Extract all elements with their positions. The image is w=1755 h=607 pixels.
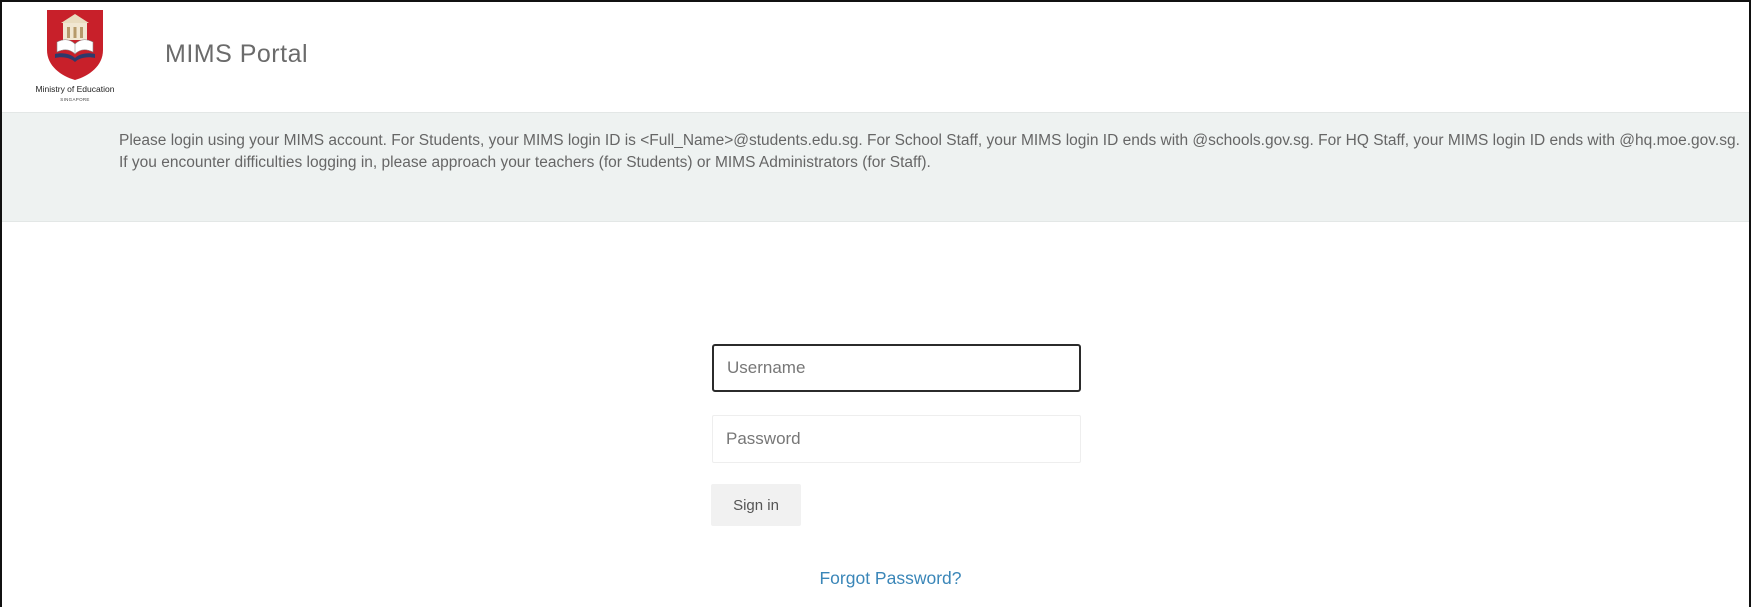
moe-logo: Ministry of Education SINGAPORE: [10, 8, 140, 108]
sign-in-button[interactable]: Sign in: [711, 484, 801, 526]
info-banner: Please login using your MIMS account. Fo…: [2, 112, 1749, 222]
password-input[interactable]: [712, 415, 1081, 463]
username-input[interactable]: [712, 344, 1081, 392]
logo-text: Ministry of Education: [35, 84, 115, 94]
login-instructions: Please login using your MIMS account. Fo…: [119, 132, 1740, 171]
moe-crest-icon: [47, 10, 103, 80]
header: Ministry of Education SINGAPORE MIMS Por…: [2, 2, 1749, 112]
forgot-password-link[interactable]: Forgot Password?: [2, 568, 1755, 589]
page-frame: Ministry of Education SINGAPORE MIMS Por…: [0, 0, 1751, 607]
page-title: MIMS Portal: [165, 40, 309, 68]
logo-subtext: SINGAPORE: [60, 97, 90, 102]
